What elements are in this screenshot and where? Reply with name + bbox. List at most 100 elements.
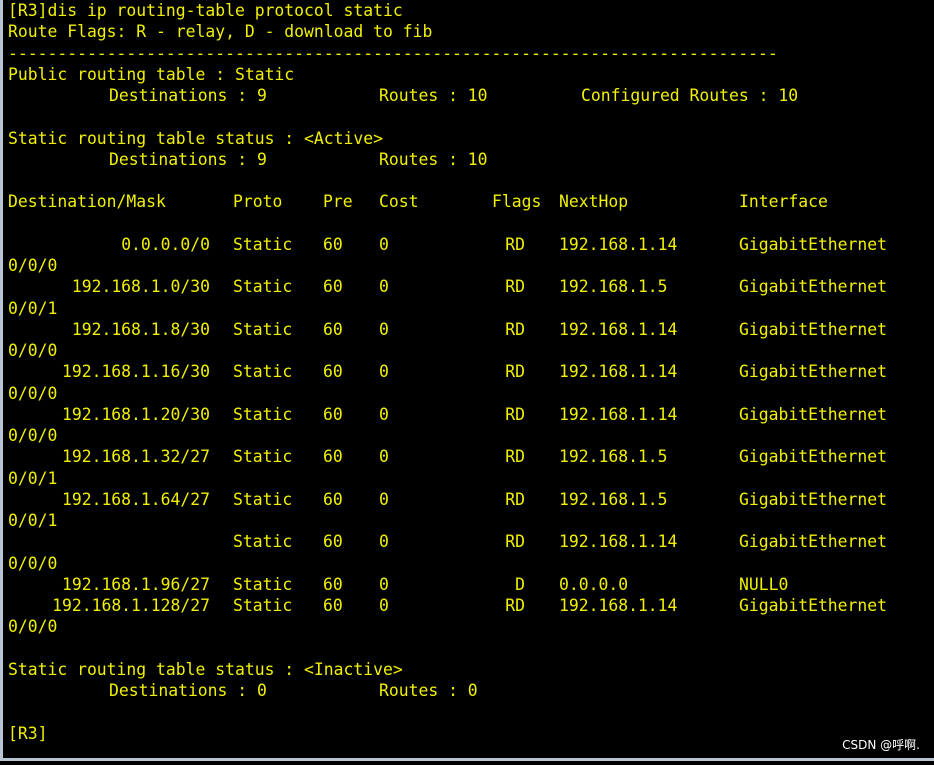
header-cost: Cost [379,192,419,212]
route-flags: RD [505,319,525,339]
route-interface-continuation: 0/0/0 [8,341,58,360]
active-status-title: Static routing table status : <Active> [8,128,383,148]
public-table-title: Public routing table : Static [8,64,295,84]
route-proto: Static [233,277,293,297]
route-destination: 192.168.1.20/30 [61,404,210,424]
route-interface-continuation: 0/0/1 [8,298,58,318]
route-interface-continuation: 0/0/1 [8,468,58,488]
route-row: 192.168.1.128/27 Static 60 0 RD 192.168.1.14 G… [8,595,928,616]
route-cost: 0 [379,532,389,552]
route-row: 192.168.1.0/30 Static 60 0 RD 192.168.1.5 Giga… [8,276,928,297]
route-pre: 60 [323,362,343,382]
route-pre: 60 [323,404,343,424]
route-flags: RD [505,234,525,254]
route-pre: 60 [323,489,343,509]
route-cost: 0 [379,447,389,467]
route-interface-continuation: 0/0/0 [8,617,58,637]
public-summary: Destinations : 9 Routes : 10 Configured … [8,85,928,106]
header-pre: Pre [323,192,353,212]
inactive-summary: Destinations : 0 Routes : 0 [8,680,928,701]
table-header: Destination/Mask Proto Pre Cost Flags Ne… [8,191,928,212]
route-row: 192.168.1.96/27 Static 60 0 D 0.0.0.0 NULL0 [8,574,928,595]
separator-line: ----------------------------------------… [8,43,778,63]
route-nexthop: 192.168.1.14 [559,319,678,339]
window-frame-left [0,0,3,761]
route-flags: RD [505,532,525,552]
route-cost: 0 [379,234,389,254]
route-destination: 192.168.1.0/30 [71,277,210,297]
route-pre: 60 [323,532,343,552]
route-row: 192.168.1.8/30 Static 60 0 RD 192.168.1.14 Gig… [8,319,928,340]
route-proto: Static [233,596,293,615]
route-cost: 0 [379,319,389,339]
route-interface: GigabitEthernet [739,404,888,424]
route-destination: 0.0.0.0/0 [121,234,210,254]
route-pre: 60 [323,319,343,339]
route-nexthop: 192.168.1.14 [559,532,678,552]
route-destination: 192.168.1.16/30 [61,362,210,382]
route-interface-continuation: 0/0/0 [8,426,58,445]
route-nexthop: 192.168.1.5 [559,489,668,509]
route-flags: RD [505,447,525,467]
route-proto: Static [233,532,293,552]
route-flags: RD [505,596,525,615]
route-cost: 0 [379,277,389,297]
route-proto: Static [233,489,293,509]
route-row: 192.168.1.64/27 Static 60 0 RD 192.168.1.5 Gig… [8,489,928,510]
route-pre: 60 [323,234,343,254]
header-proto: Proto [233,192,283,212]
route-flags: RD [505,404,525,424]
route-proto: Static [233,404,293,424]
route-row: Static 60 0 RD 192.168.1.14 GigabitEthernet [8,531,928,552]
route-proto: Static [233,447,293,467]
route-proto: Static [233,362,293,382]
route-destination: 192.168.1.96/27 [61,574,210,594]
route-row: 0.0.0.0/0 Static 60 0 RD 192.168.1.14 GigabitE… [8,234,928,255]
route-interface: GigabitEthernet [739,277,888,297]
route-interface: NULL0 [739,574,789,594]
public-routes: Routes : 10 [379,86,488,105]
route-flags: D [515,574,525,594]
header-interface: Interface [739,192,828,212]
header-nexthop: NextHop [559,192,629,212]
route-interface: GigabitEthernet [739,234,888,254]
inactive-status-title: Static routing table status : <Inactive> [8,659,403,679]
route-nexthop: 0.0.0.0 [559,574,629,594]
route-nexthop: 192.168.1.5 [559,277,668,297]
route-cost: 0 [379,404,389,424]
route-flags: RD [505,277,525,297]
terminal-output[interactable]: [R3]dis ip routing-table protocol static… [8,0,928,758]
route-interface: GigabitEthernet [739,319,888,339]
route-interface: GigabitEthernet [739,532,888,552]
header-destination: Destination/Mask [8,192,166,212]
route-proto: Static [233,574,293,594]
route-nexthop: 192.168.1.5 [559,447,668,467]
route-flags: RD [505,362,525,382]
route-destination: 192.168.1.32/27 [61,447,210,467]
route-interface: GigabitEthernet [739,596,888,615]
active-destinations: Destinations : 9 [109,149,267,169]
route-cost: 0 [379,596,389,615]
route-pre: 60 [323,277,343,297]
active-routes: Routes : 10 [379,149,488,169]
route-interface-continuation: 0/0/1 [8,511,58,530]
watermark: CSDN @呼啊. [842,738,920,752]
header-flags: Flags [492,192,542,212]
route-table-body: 0.0.0.0/0 Static 60 0 RD 192.168.1.14 GigabitE… [8,234,928,638]
command-prompt[interactable]: [R3] [8,723,928,744]
active-summary: Destinations : 9 Routes : 10 [8,149,928,170]
route-cost: 0 [379,574,389,594]
route-flags-legend: Route Flags: R - relay, D - download to … [8,22,433,42]
route-pre: 60 [323,447,343,467]
inactive-destinations: Destinations : 0 [109,681,267,700]
route-interface: GigabitEthernet [739,447,888,467]
route-interface-continuation: 0/0/0 [8,256,58,275]
route-cost: 0 [379,362,389,382]
route-destination: 192.168.1.64/27 [61,489,210,509]
route-interface: GigabitEthernet [739,489,888,509]
